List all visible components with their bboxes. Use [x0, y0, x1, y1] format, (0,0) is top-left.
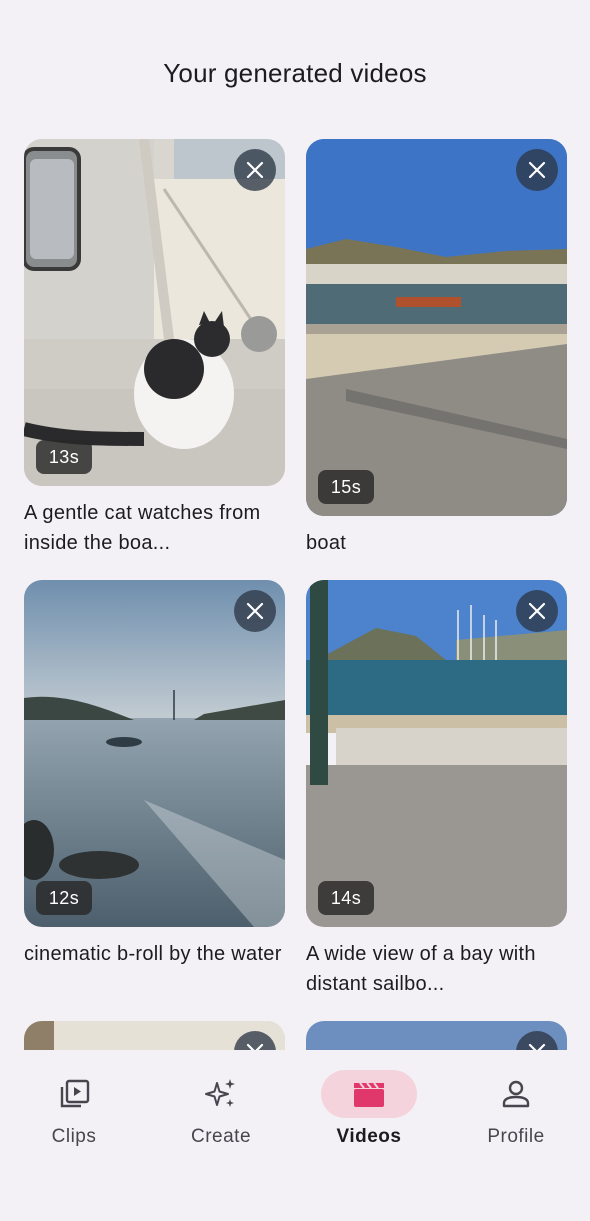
play-library-icon [60, 1079, 90, 1108]
remove-video-button[interactable] [516, 590, 558, 632]
video-thumbnail[interactable]: 13s [24, 139, 285, 486]
bottom-navigation: Clips Create Videos Profile [0, 1050, 590, 1221]
close-icon [246, 1043, 264, 1050]
sparkles-icon [205, 1079, 235, 1107]
video-caption: cinematic b-roll by the water [24, 943, 282, 965]
page-title: Your generated videos [163, 58, 427, 88]
nav-icon-container [468, 1070, 564, 1118]
remove-video-button[interactable] [234, 590, 276, 632]
close-icon [528, 602, 546, 620]
video-thumbnail[interactable] [24, 1021, 285, 1050]
duration-badge: 15s [318, 470, 374, 504]
video-thumbnail-image [306, 580, 567, 927]
nav-item-clips[interactable]: Clips [0, 1070, 148, 1160]
video-thumbnail[interactable] [306, 1021, 567, 1050]
nav-label: Videos [336, 1126, 402, 1147]
remove-video-button[interactable] [516, 149, 558, 191]
active-indicator [321, 1070, 417, 1118]
video-card[interactable] [24, 1021, 285, 1050]
duration-badge: 13s [36, 440, 92, 474]
close-icon [528, 161, 546, 179]
close-icon [246, 602, 264, 620]
nav-label: Create [190, 1126, 252, 1147]
video-card[interactable]: 14s A wide view of a bay with distant sa… [306, 580, 567, 999]
video-card[interactable] [306, 1021, 567, 1050]
video-thumbnail[interactable]: 12s [24, 580, 285, 927]
duration-badge: 12s [36, 881, 92, 915]
nav-item-videos[interactable]: Videos [295, 1070, 443, 1160]
nav-item-create[interactable]: Create [147, 1070, 295, 1160]
video-thumbnail-image [24, 580, 285, 927]
video-card[interactable]: 15s boat [306, 139, 567, 558]
nav-item-profile[interactable]: Profile [442, 1070, 590, 1160]
clapperboard-icon [354, 1082, 384, 1107]
video-caption: A wide view of a bay with distant sailbo… [306, 943, 536, 995]
video-thumbnail-image [24, 139, 285, 486]
close-icon [528, 1043, 546, 1050]
nav-icon-container [173, 1070, 269, 1118]
video-thumbnail[interactable]: 15s [306, 139, 567, 516]
video-caption: A gentle cat watches from inside the boa… [24, 502, 261, 554]
video-caption: boat [306, 532, 347, 554]
video-card[interactable]: 13s A gentle cat watches from inside the… [24, 139, 285, 558]
nav-label: Profile [487, 1126, 545, 1147]
nav-icon-container [26, 1070, 122, 1118]
person-icon [502, 1080, 530, 1108]
duration-badge: 14s [318, 881, 374, 915]
close-icon [246, 161, 264, 179]
video-thumbnail[interactable]: 14s [306, 580, 567, 927]
nav-label: Clips [51, 1126, 97, 1147]
video-card[interactable]: 12s cinematic b-roll by the water [24, 580, 285, 969]
video-thumbnail-image [306, 139, 567, 516]
remove-video-button[interactable] [234, 149, 276, 191]
video-grid[interactable]: 13s A gentle cat watches from inside the… [0, 138, 590, 1050]
